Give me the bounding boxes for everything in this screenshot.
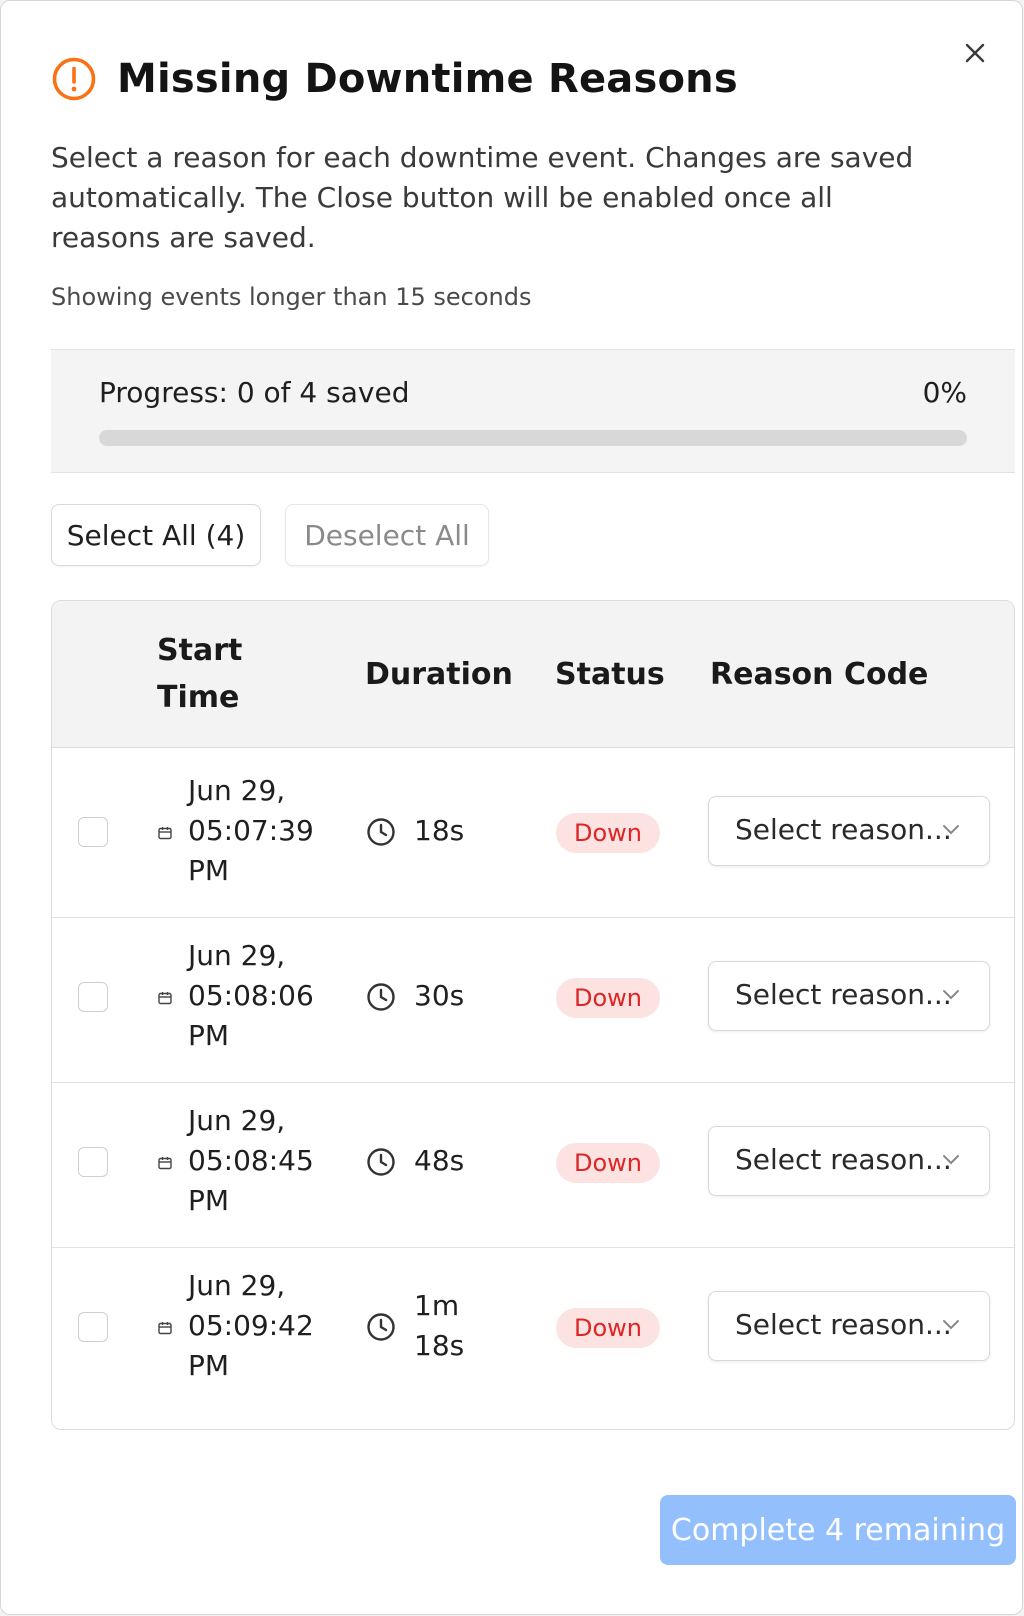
- downtime-events-table: Start Time Duration Status Reason Code J…: [51, 600, 1015, 1430]
- start-time-value: Jun 29, 05:08:06 PM: [188, 939, 314, 1052]
- row-checkbox[interactable]: [78, 817, 108, 847]
- start-time-value: Jun 29, 05:08:45 PM: [188, 1104, 314, 1217]
- reason-select-placeholder: Select reason...: [735, 813, 952, 846]
- reason-select[interactable]: Select reason...: [708, 1291, 990, 1361]
- reason-select-placeholder: Select reason...: [735, 1308, 952, 1341]
- row-checkbox[interactable]: [78, 982, 108, 1012]
- column-header-reason-code: Reason Code: [710, 657, 929, 692]
- clock-icon: [367, 1313, 395, 1341]
- complete-button[interactable]: Complete 4 remaining: [660, 1495, 1016, 1565]
- row-checkbox[interactable]: [78, 1147, 108, 1177]
- calendar-icon: [158, 827, 172, 840]
- status-badge: Down: [556, 978, 660, 1018]
- table-row: Jun 29, 05:08:06 PM 30s Down Select reas…: [52, 912, 1014, 1083]
- chevron-down-icon: [943, 1320, 959, 1330]
- progress-label: Progress: 0 of 4 saved: [99, 376, 410, 409]
- close-icon: [965, 43, 985, 63]
- table-row: Jun 29, 05:09:42 PM 1m 18s Down Select r…: [52, 1242, 1014, 1412]
- column-header-duration: Duration: [365, 657, 513, 692]
- table-row: Jun 29, 05:07:39 PM 18s Down Select reas…: [52, 747, 1014, 918]
- duration-value: 18s: [414, 814, 465, 847]
- close-button[interactable]: [961, 39, 989, 67]
- progress-bar: [99, 430, 967, 446]
- filter-note: Showing events longer than 15 seconds: [51, 283, 532, 311]
- duration-value: 30s: [414, 979, 465, 1012]
- clock-icon: [367, 818, 395, 846]
- duration-value: 1m 18s: [414, 1289, 465, 1362]
- calendar-icon: [158, 992, 172, 1005]
- deselect-all-button[interactable]: Deselect All: [285, 504, 489, 566]
- progress-panel: Progress: 0 of 4 saved 0%: [51, 349, 1015, 473]
- start-time-value: Jun 29, 05:07:39 PM: [188, 774, 314, 887]
- select-all-button[interactable]: Select All (4): [51, 504, 261, 566]
- duration-value: 48s: [414, 1144, 465, 1177]
- reason-select-placeholder: Select reason...: [735, 1143, 952, 1176]
- row-checkbox[interactable]: [78, 1312, 108, 1342]
- reason-select[interactable]: Select reason...: [708, 1126, 990, 1196]
- alert-circle-icon: [52, 57, 96, 101]
- calendar-icon: [158, 1157, 172, 1170]
- chevron-down-icon: [943, 1155, 959, 1165]
- missing-downtime-reasons-dialog: Missing Downtime Reasons Select a reason…: [0, 0, 1023, 1615]
- reason-select[interactable]: Select reason...: [708, 961, 990, 1031]
- column-header-status: Status: [555, 657, 665, 692]
- table-header: Start Time Duration Status Reason Code: [52, 601, 1014, 748]
- dialog-title: Missing Downtime Reasons: [117, 56, 738, 102]
- chevron-down-icon: [943, 825, 959, 835]
- chevron-down-icon: [943, 990, 959, 1000]
- dialog-header: Missing Downtime Reasons: [51, 56, 738, 102]
- reason-select[interactable]: Select reason...: [708, 796, 990, 866]
- calendar-icon: [158, 1322, 172, 1335]
- progress-percent: 0%: [922, 376, 967, 409]
- column-header-start-time: Start Time: [157, 633, 243, 715]
- start-time-value: Jun 29, 05:09:42 PM: [188, 1269, 314, 1382]
- clock-icon: [367, 1148, 395, 1176]
- status-badge: Down: [556, 813, 660, 853]
- status-badge: Down: [556, 1308, 660, 1348]
- status-badge: Down: [556, 1143, 660, 1183]
- dialog-description: Select a reason for each downtime event.…: [51, 141, 914, 254]
- reason-select-placeholder: Select reason...: [735, 978, 952, 1011]
- clock-icon: [367, 983, 395, 1011]
- table-row: Jun 29, 05:08:45 PM 48s Down Select reas…: [52, 1077, 1014, 1248]
